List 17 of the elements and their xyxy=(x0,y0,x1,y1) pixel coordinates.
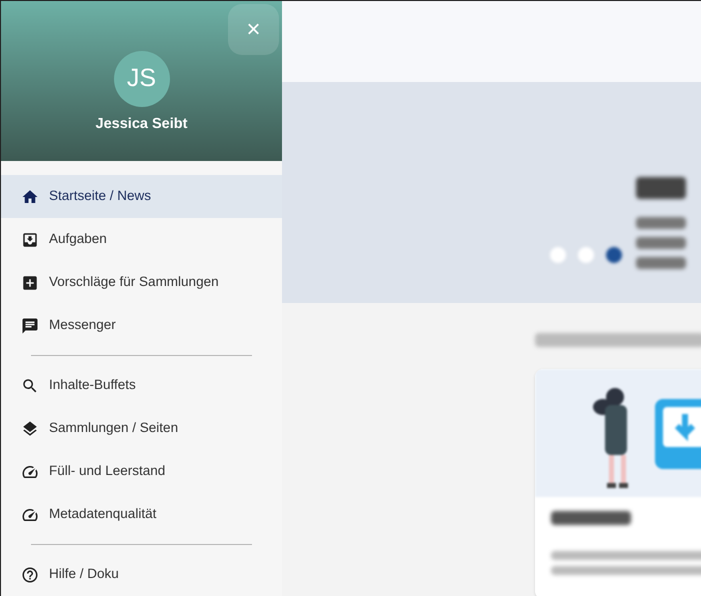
menu-item[interactable]: Metadatenqualität xyxy=(1,493,282,536)
search-icon xyxy=(21,376,39,394)
help-icon xyxy=(21,566,39,584)
menu-item[interactable]: Füll- und Leerstand xyxy=(1,450,282,493)
menu-item[interactable]: Hilfe / Doku xyxy=(1,553,282,596)
avatar: JS xyxy=(114,51,170,107)
layers-icon xyxy=(21,420,39,438)
home-icon xyxy=(21,188,39,206)
menu-item[interactable]: Vorschläge für Sammlungen xyxy=(1,261,282,304)
menu-item[interactable]: Aufgaben xyxy=(1,218,282,261)
menu-item[interactable]: Inhalte-Buffets xyxy=(1,364,282,407)
user-name: Jessica Seibt xyxy=(96,115,188,134)
menu-item[interactable]: Messenger xyxy=(1,304,282,347)
menu-item[interactable]: Startseite / News xyxy=(1,175,282,218)
menu-item[interactable]: Sammlungen / Seiten xyxy=(1,407,282,450)
chat-icon xyxy=(21,316,39,334)
inbox-icon xyxy=(21,230,39,248)
